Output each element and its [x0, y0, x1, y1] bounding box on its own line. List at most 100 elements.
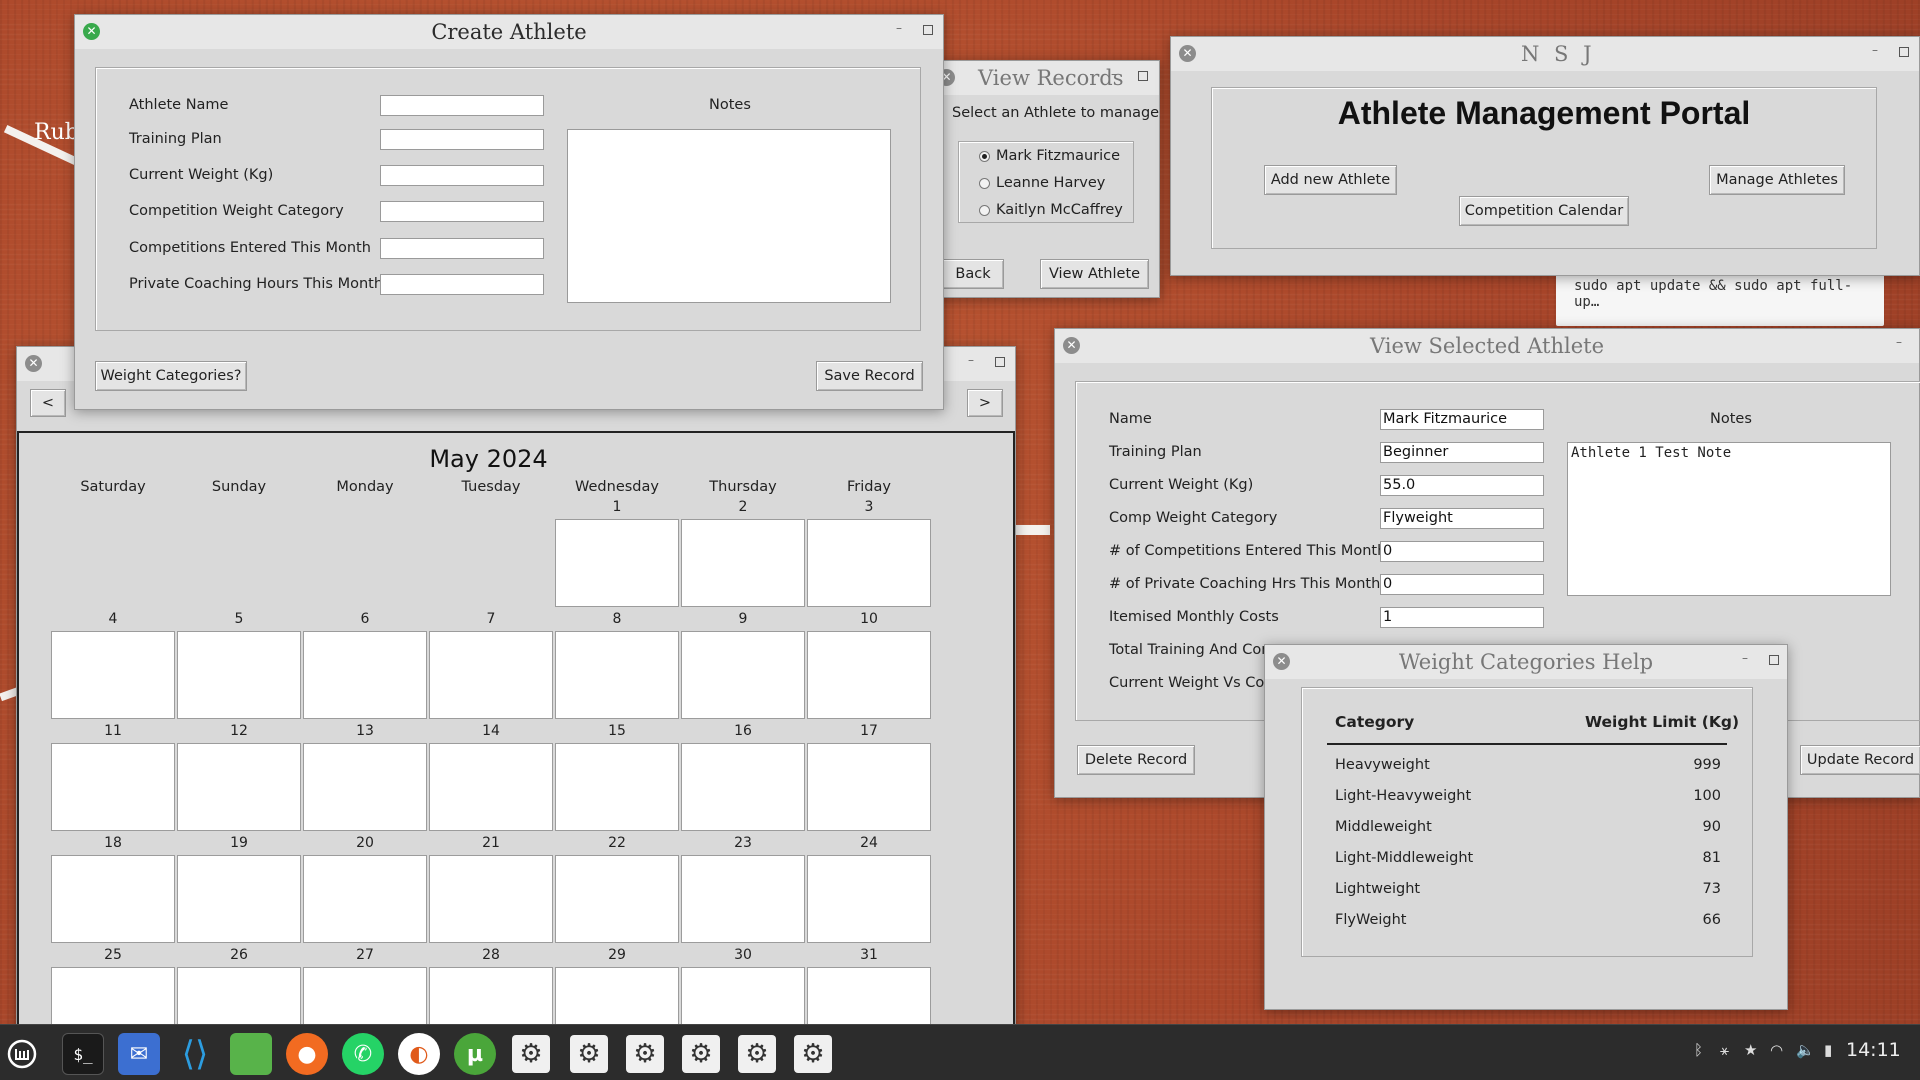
titlebar[interactable]: N S J — [1171, 37, 1919, 71]
notes-textarea[interactable]: Athlete 1 Test Note — [1567, 442, 1891, 596]
weight-category-input[interactable] — [380, 201, 544, 222]
current-weight-input[interactable] — [380, 165, 544, 186]
battery-icon[interactable]: ▮ — [1824, 1041, 1832, 1059]
mint-menu-icon[interactable] — [2, 1033, 42, 1075]
star-icon[interactable]: ★ — [1744, 1041, 1757, 1059]
bluetooth-icon[interactable]: ᛒ — [1694, 1041, 1703, 1059]
close-icon[interactable]: ✕ — [1063, 337, 1080, 354]
day-cell[interactable] — [807, 519, 931, 607]
day-cell[interactable] — [681, 519, 805, 607]
day-cell[interactable] — [177, 631, 301, 719]
day-cell[interactable] — [303, 631, 427, 719]
athlete-radio-1[interactable]: Mark Fitzmaurice — [979, 148, 1120, 164]
day-cell[interactable] — [303, 855, 427, 943]
maximize-icon[interactable] — [1899, 47, 1909, 57]
name-field[interactable]: Mark Fitzmaurice — [1380, 409, 1544, 430]
settings-icon[interactable]: ⚙ — [570, 1035, 608, 1073]
day-cell[interactable] — [555, 743, 679, 831]
settings-icon[interactable]: ⚙ — [738, 1035, 776, 1073]
window-title: View Records — [978, 66, 1124, 90]
utorrent-icon[interactable]: µ — [454, 1033, 496, 1075]
titlebar[interactable]: View Selected Athlete — [1055, 329, 1919, 363]
app-icon[interactable]: ◐ — [398, 1033, 440, 1075]
minimize-icon[interactable]: – — [1739, 652, 1751, 665]
competition-calendar-button[interactable]: Competition Calendar — [1459, 196, 1629, 226]
notes-textarea[interactable] — [567, 129, 891, 303]
day-cell[interactable] — [681, 855, 805, 943]
weight-categories-button[interactable]: Weight Categories? — [95, 361, 247, 391]
titlebar[interactable]: Weight Categories Help — [1265, 645, 1787, 679]
day-cell[interactable] — [555, 519, 679, 607]
day-cell[interactable] — [177, 743, 301, 831]
maximize-icon[interactable] — [1769, 655, 1779, 665]
coaching-hours-field[interactable]: 0 — [1380, 574, 1544, 595]
close-icon[interactable]: ✕ — [1273, 653, 1290, 670]
wifi-icon[interactable]: ◠ — [1770, 1041, 1783, 1059]
whatsapp-icon[interactable]: ✆ — [342, 1033, 384, 1075]
save-record-button[interactable]: Save Record — [816, 361, 923, 391]
day-cell[interactable] — [429, 743, 553, 831]
comp-weight-category-field[interactable]: Flyweight — [1380, 508, 1544, 529]
settings-icon[interactable]: ⚙ — [794, 1035, 832, 1073]
training-plan-field[interactable]: Beginner — [1380, 442, 1544, 463]
day-cell[interactable] — [555, 855, 679, 943]
update-record-button[interactable]: Update Record — [1800, 745, 1920, 775]
coaching-hours-input[interactable] — [380, 274, 544, 295]
day-cell[interactable] — [429, 855, 553, 943]
day-cell[interactable] — [681, 631, 805, 719]
minimize-icon[interactable]: – — [893, 22, 905, 35]
competitions-field[interactable]: 0 — [1380, 541, 1544, 562]
volume-icon[interactable]: 🔈 — [1796, 1041, 1815, 1059]
day-cell[interactable] — [429, 631, 553, 719]
settings-icon[interactable]: ⚙ — [512, 1035, 550, 1073]
maximize-icon[interactable] — [1138, 71, 1148, 81]
day-cell[interactable] — [177, 855, 301, 943]
minimize-icon[interactable]: – — [1893, 336, 1905, 349]
day-cell[interactable] — [807, 631, 931, 719]
competitions-input[interactable] — [380, 238, 544, 259]
current-weight-label: Current Weight (Kg) — [1109, 477, 1254, 493]
maximize-icon[interactable] — [995, 357, 1005, 367]
settings-icon[interactable]: ⚙ — [682, 1035, 720, 1073]
delete-record-button[interactable]: Delete Record — [1077, 745, 1195, 775]
minimize-icon[interactable]: – — [1108, 68, 1120, 81]
close-icon[interactable]: ✕ — [25, 355, 42, 372]
day-cell[interactable] — [807, 855, 931, 943]
athlete-name-input[interactable] — [380, 95, 544, 116]
minimize-icon[interactable]: – — [965, 354, 977, 367]
current-weight-label: Current Weight (Kg) — [129, 167, 274, 183]
maximize-icon[interactable] — [923, 25, 933, 35]
settings-icon[interactable]: ⚙ — [626, 1035, 664, 1073]
day-cell[interactable] — [51, 631, 175, 719]
minimize-icon[interactable]: – — [1869, 44, 1881, 57]
monthly-costs-field[interactable]: 1 — [1380, 607, 1544, 628]
close-icon[interactable]: ✕ — [1179, 45, 1196, 62]
desktop-icon-label[interactable]: Rub — [34, 120, 79, 145]
firefox-icon[interactable]: ● — [286, 1033, 328, 1075]
day-cell[interactable] — [303, 743, 427, 831]
close-icon[interactable]: ✕ — [83, 23, 100, 40]
back-button[interactable]: Back — [942, 259, 1004, 289]
network-icon[interactable]: ⚹ — [1720, 1041, 1729, 1059]
titlebar[interactable]: View Records — [936, 61, 1159, 95]
next-month-button[interactable]: > — [967, 389, 1003, 417]
day-cell[interactable] — [807, 743, 931, 831]
day-cell[interactable] — [51, 855, 175, 943]
add-athlete-button[interactable]: Add new Athlete — [1264, 165, 1397, 195]
mail-icon[interactable]: ✉ — [118, 1033, 160, 1075]
prev-month-button[interactable]: < — [30, 389, 66, 417]
titlebar[interactable]: Create Athlete — [75, 15, 943, 49]
day-cell[interactable] — [681, 743, 805, 831]
training-plan-input[interactable] — [380, 129, 544, 150]
clock[interactable]: 14:11 — [1846, 1039, 1901, 1061]
vscode-icon[interactable]: ⟨⟩ — [174, 1033, 216, 1075]
manage-athletes-button[interactable]: Manage Athletes — [1709, 165, 1845, 195]
view-athlete-button[interactable]: View Athlete — [1040, 259, 1149, 289]
day-cell[interactable] — [555, 631, 679, 719]
day-cell[interactable] — [51, 743, 175, 831]
athlete-radio-3[interactable]: Kaitlyn McCaffrey — [979, 202, 1123, 218]
current-weight-field[interactable]: 55.0 — [1380, 475, 1544, 496]
athlete-radio-2[interactable]: Leanne Harvey — [979, 175, 1105, 191]
files-icon[interactable] — [230, 1033, 272, 1075]
terminal-icon[interactable]: $_ — [62, 1033, 104, 1075]
